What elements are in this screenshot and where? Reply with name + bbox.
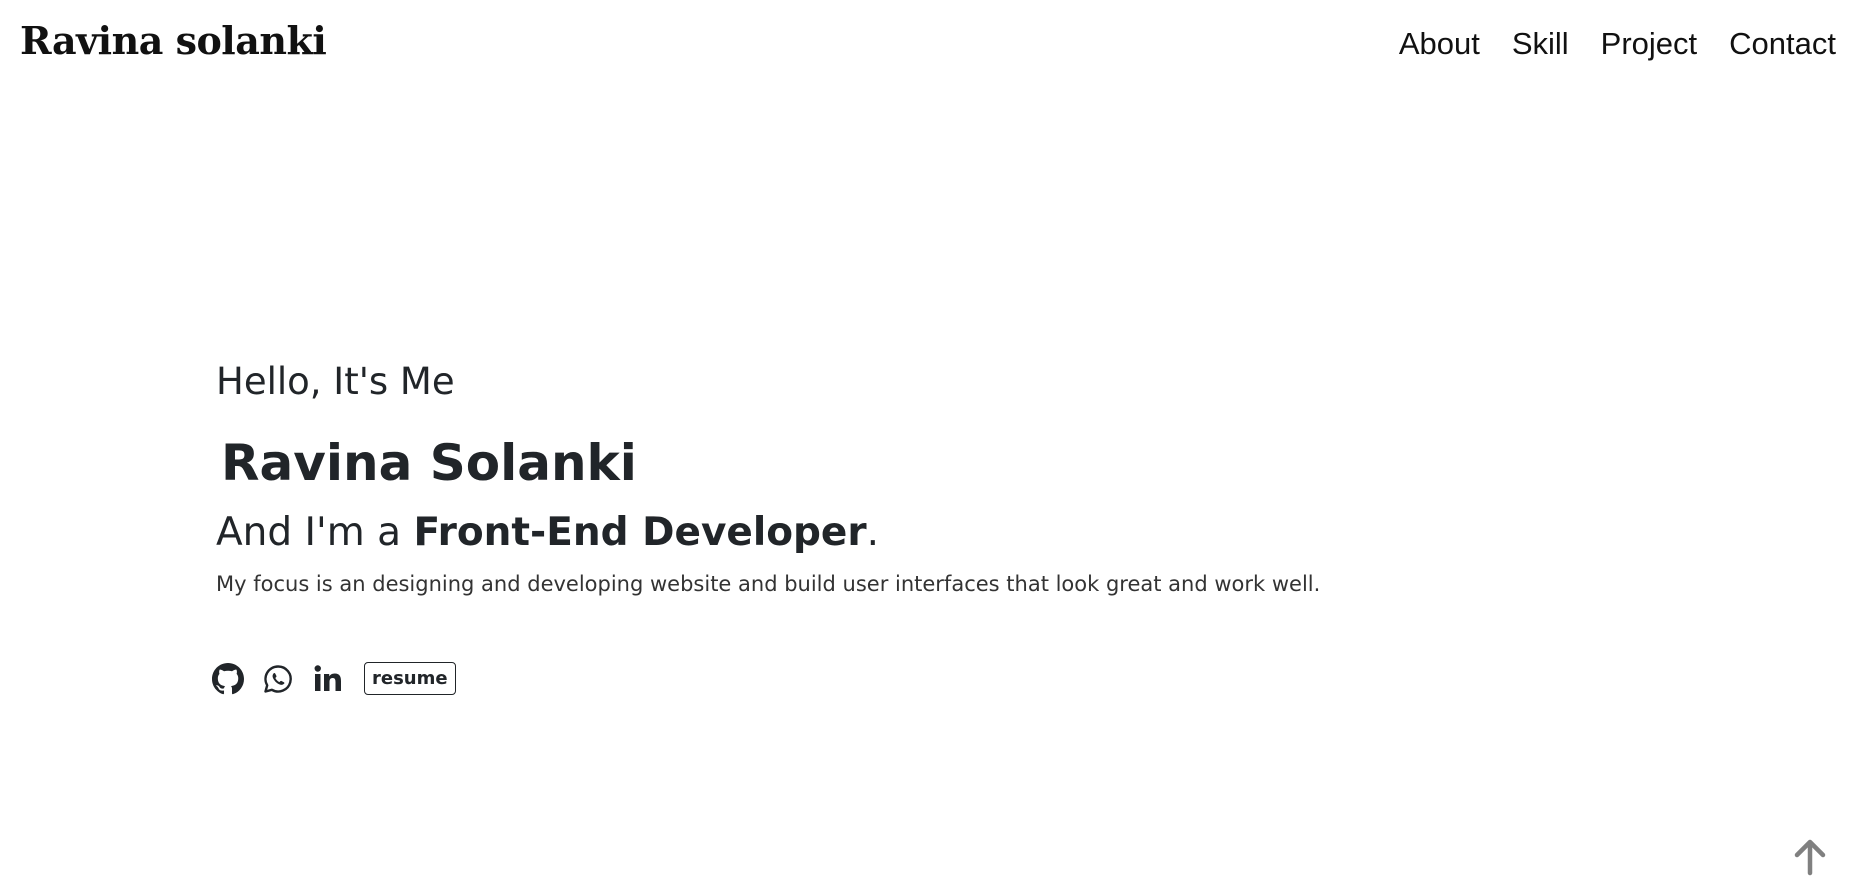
hero-name: Ravina Solanki [221,434,637,492]
nav-link-project[interactable]: Project [1601,26,1697,62]
hero-role: And I'm a Front-End Developer. [216,510,879,555]
site-header: Ravina solanki About Skill Project Conta… [0,0,1864,92]
whatsapp-icon[interactable] [262,663,294,695]
arrow-up-icon [1794,839,1826,876]
github-icon[interactable] [212,662,244,695]
role-title: Front-End Developer [413,510,867,555]
resume-button[interactable]: resume [364,662,456,695]
brand-logo[interactable]: Ravina solanki [20,18,327,63]
social-links: resume [212,662,456,695]
main-nav: About Skill Project Contact [1399,26,1836,62]
hero-tagline: My focus is an designing and developing … [216,572,1321,596]
role-suffix: . [866,510,880,555]
nav-link-about[interactable]: About [1399,26,1480,62]
nav-link-skill[interactable]: Skill [1512,26,1569,62]
hero-section: Hello, It's Me Ravina Solanki And I'm a … [216,360,1320,596]
scroll-to-top-button[interactable] [1790,837,1830,877]
role-prefix: And I'm a [216,510,414,555]
nav-link-contact[interactable]: Contact [1729,26,1836,62]
page: Ravina solanki About Skill Project Conta… [0,0,1864,891]
hero-greeting: Hello, It's Me [216,360,455,403]
linkedin-icon[interactable] [312,663,344,695]
